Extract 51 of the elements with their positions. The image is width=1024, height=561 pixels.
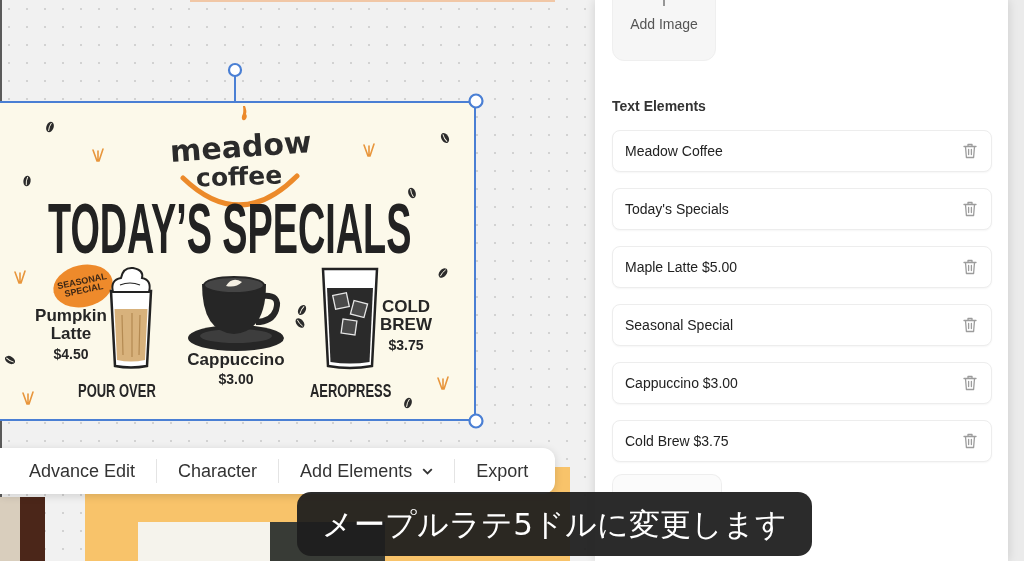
trash-icon[interactable] xyxy=(963,143,977,159)
grass-sprig-icon xyxy=(362,142,376,158)
text-element-label: Meadow Coffee xyxy=(625,143,723,159)
section-title: Text Elements xyxy=(612,98,707,114)
menu-item-price: $3.75 xyxy=(388,337,424,352)
grass-sprig-icon xyxy=(436,375,450,391)
toolbar-button[interactable]: Advance Edit xyxy=(8,448,157,494)
iced-glass-icon xyxy=(320,266,380,371)
trash-icon[interactable] xyxy=(963,317,977,333)
text-element-label: Maple Latte $5.00 xyxy=(625,259,738,275)
toolbar-button[interactable]: Add Elements xyxy=(279,448,455,494)
text-element-item[interactable]: Cold Brew $3.75 xyxy=(612,420,992,462)
resize-handle[interactable] xyxy=(468,413,484,429)
text-element-label: Seasonal Special xyxy=(625,317,734,333)
menu-label: POUR OVER xyxy=(78,382,156,400)
toolbar-button[interactable]: Export xyxy=(455,448,550,494)
subtitle-caption: メープルラテ5ドルに変更します xyxy=(297,492,812,556)
grass-sprig-icon xyxy=(13,269,27,285)
menu-item-name: COLD BREW xyxy=(380,298,432,335)
add-image-button[interactable]: Add Image xyxy=(612,0,716,61)
coffee-bean-icon xyxy=(406,187,418,199)
text-element-label: Today's Specials xyxy=(625,201,729,217)
menu-item-price: $3.00 xyxy=(218,372,254,387)
text-element-item[interactable]: Cappuccino $3.00 xyxy=(612,362,992,404)
rotate-handle[interactable] xyxy=(227,62,243,101)
coffee-bean-icon xyxy=(437,267,449,279)
grass-sprig-icon xyxy=(21,390,35,406)
grass-sprig-icon xyxy=(91,147,105,163)
menu-item-price: $4.50 xyxy=(53,346,89,361)
text-element-label: Cold Brew $3.75 xyxy=(625,433,729,449)
photo-placeholder xyxy=(0,497,45,561)
menu-item-name: Cappuccino xyxy=(187,351,285,370)
text-element-item[interactable]: Meadow Coffee xyxy=(612,130,992,172)
toolbar-button[interactable]: Character xyxy=(157,448,279,494)
coffee-bean-icon xyxy=(296,304,308,316)
text-element-item[interactable]: Today's Specials xyxy=(612,188,992,230)
menu-label: AEROPRESS xyxy=(310,382,392,400)
coffee-bean-icon xyxy=(439,132,451,144)
text-element-label: Cappuccino $3.00 xyxy=(625,375,738,391)
trash-icon[interactable] xyxy=(963,201,977,217)
trash-icon[interactable] xyxy=(963,259,977,275)
coffee-bean-icon xyxy=(294,317,306,329)
coffee-bean-icon xyxy=(44,121,56,133)
text-element-item[interactable]: Maple Latte $5.00 xyxy=(612,246,992,288)
resize-handle[interactable] xyxy=(468,93,484,109)
trash-icon[interactable] xyxy=(963,375,977,391)
text-element-item[interactable]: Seasonal Special xyxy=(612,304,992,346)
coffee-bean-icon xyxy=(4,354,16,366)
trash-icon[interactable] xyxy=(963,433,977,449)
coffee-bean-icon xyxy=(21,175,33,187)
coffee-bean-icon xyxy=(402,397,414,409)
